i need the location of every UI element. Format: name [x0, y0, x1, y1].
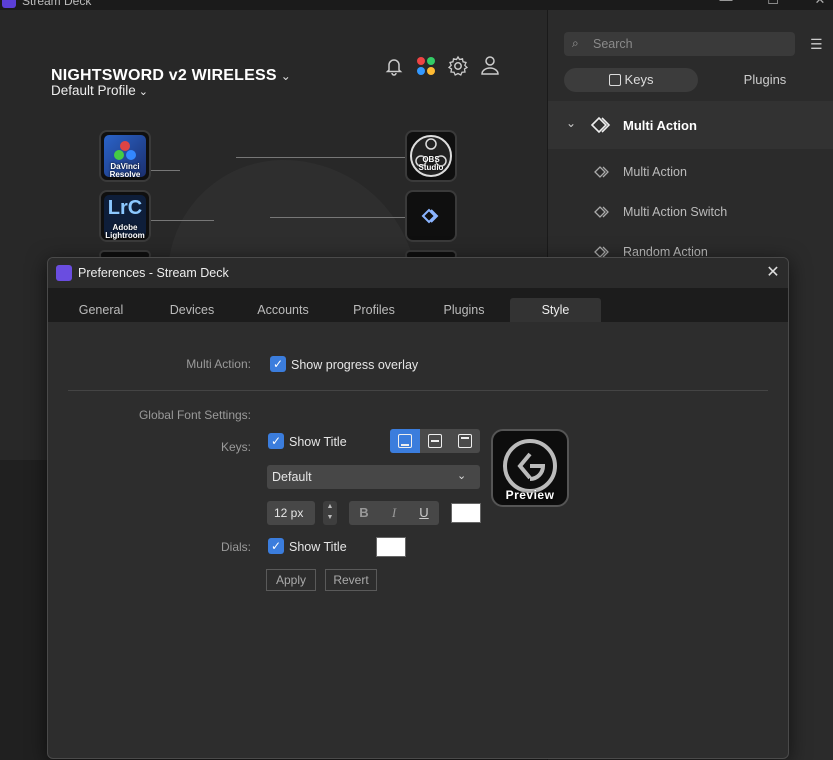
keys-label: Keys:: [220, 440, 251, 454]
chevron-down-icon: ⌄: [457, 470, 467, 482]
marketplace-icon[interactable]: [415, 55, 437, 77]
chevron-down-icon: ⌄: [280, 69, 292, 83]
profile-name-label: Default Profile: [51, 83, 136, 98]
close-icon[interactable]: ✕: [762, 262, 784, 282]
connector-line: [270, 217, 406, 218]
align-bar: [461, 437, 469, 439]
connector-line: [236, 157, 406, 158]
key-caption-line2: Resolve: [109, 170, 141, 179]
font-size-stepper[interactable]: ▲ ▼: [323, 501, 337, 525]
tab-accounts[interactable]: Accounts: [243, 298, 323, 322]
dialog-titlebar: Preferences - Stream Deck ✕: [48, 258, 788, 288]
connector-line: [150, 170, 180, 171]
preferences-tabbar: General Devices Accounts Profiles Plugin…: [48, 288, 788, 322]
key-davinci-resolve[interactable]: DaVinci Resolve: [99, 130, 151, 182]
action-multi-action-switch[interactable]: Multi Action Switch: [548, 193, 833, 231]
font-style-group: B I U: [349, 501, 439, 525]
tab-style[interactable]: Style: [510, 298, 601, 322]
action-label: Multi Action: [623, 165, 687, 179]
font-family-select[interactable]: Default ⌄: [267, 465, 480, 489]
italic-button[interactable]: I: [379, 505, 409, 521]
window-title: Stream Deck: [22, 0, 92, 8]
tab-profiles[interactable]: Profiles: [334, 298, 414, 322]
align-bar: [431, 440, 439, 442]
gear-icon[interactable]: [447, 55, 469, 77]
close-window-button[interactable]: ✕: [800, 0, 833, 8]
tab-plugins[interactable]: Plugins: [698, 68, 832, 92]
window-titlebar: Stream Deck — ☐ ✕: [0, 0, 833, 10]
user-icon[interactable]: [479, 54, 501, 76]
title-alignment-group: [390, 429, 480, 453]
show-progress-overlay-checkbox[interactable]: ✓: [270, 356, 286, 372]
align-bottom-button[interactable]: [390, 429, 420, 453]
underline-button[interactable]: U: [409, 505, 439, 520]
key-obs-studio[interactable]: OBS Studio: [405, 130, 457, 182]
multi-action-icon: [421, 208, 439, 224]
global-font-settings-label: Global Font Settings:: [138, 408, 251, 422]
connector-line: [150, 220, 214, 221]
search-placeholder: Search: [593, 37, 633, 51]
dials-title-color-swatch[interactable]: [376, 537, 406, 557]
action-label: Multi Action Switch: [623, 205, 728, 219]
show-progress-overlay-label: Show progress overlay: [291, 358, 419, 372]
section-divider: [68, 390, 768, 391]
keys-show-title-label: Show Title: [289, 435, 347, 449]
preview-title: Preview: [505, 488, 555, 502]
key-icon: [608, 74, 621, 86]
tab-keys-label: Keys: [624, 72, 654, 87]
font-size-field[interactable]: 12 px: [267, 501, 315, 525]
preferences-dialog: Preferences - Stream Deck ✕ General Devi…: [47, 257, 789, 759]
chevron-down-icon: ⌄: [138, 86, 149, 98]
revert-button[interactable]: Revert: [325, 569, 377, 591]
tab-plugins[interactable]: Plugins: [424, 298, 504, 322]
key-caption-line2: Studio: [418, 163, 444, 172]
key-caption-line2: Lightroom: [105, 231, 145, 240]
tab-keys[interactable]: Keys: [564, 68, 698, 92]
stream-deck-app-icon: [2, 0, 16, 8]
list-view-icon[interactable]: ☰: [810, 36, 823, 53]
dialog-title: Preferences - Stream Deck: [78, 266, 229, 280]
align-bottom-icon: [398, 434, 412, 448]
keys-show-title-checkbox[interactable]: ✓: [268, 433, 284, 449]
title-color-swatch[interactable]: [451, 503, 481, 523]
stream-deck-app-icon: [56, 265, 72, 281]
multi-action-category-icon: [590, 116, 611, 134]
tab-devices[interactable]: Devices: [152, 298, 232, 322]
category-multi-action[interactable]: ⌄ Multi Action: [548, 101, 833, 149]
search-input[interactable]: ⌕ Search: [564, 32, 795, 56]
align-top-button[interactable]: [450, 429, 480, 453]
search-icon: ⌕: [572, 36, 579, 50]
bell-icon[interactable]: [383, 55, 405, 77]
dials-label: Dials:: [220, 540, 251, 554]
key-preview: Preview: [491, 429, 569, 507]
multi-action-icon: [594, 166, 609, 178]
device-name-label: NIGHTSWORD v2 WIRELESS: [51, 67, 277, 84]
apply-button[interactable]: Apply: [266, 569, 316, 591]
align-middle-button[interactable]: [420, 429, 450, 453]
chevron-down-icon: ⌄: [566, 116, 577, 130]
align-bar: [401, 444, 409, 446]
bold-button[interactable]: B: [349, 505, 379, 520]
action-multi-action[interactable]: Multi Action: [548, 153, 833, 191]
dials-show-title-label: Show Title: [289, 540, 347, 554]
tab-general[interactable]: General: [62, 298, 140, 322]
multi-action-label: Multi Action:: [186, 357, 251, 371]
maximize-button[interactable]: ☐: [753, 0, 793, 8]
category-label: Multi Action: [623, 118, 697, 133]
profile-selector[interactable]: Default Profile ⌄: [51, 83, 148, 98]
dials-show-title-checkbox[interactable]: ✓: [268, 538, 284, 554]
key-adobe-lightroom[interactable]: LrC Adobe Lightroom: [99, 190, 151, 242]
font-family-value: Default: [272, 470, 312, 484]
lrc-logo-text: LrC: [107, 197, 143, 219]
key-multi-action[interactable]: [405, 190, 457, 242]
multi-action-switch-icon: [594, 206, 609, 218]
font-size-value: 12 px: [274, 506, 304, 520]
minimize-button[interactable]: —: [706, 0, 746, 8]
